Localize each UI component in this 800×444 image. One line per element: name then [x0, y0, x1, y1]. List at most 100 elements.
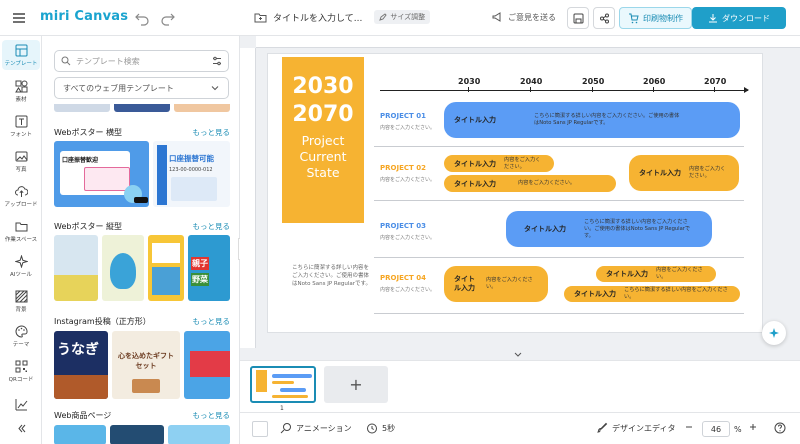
template-thumbnail[interactable] — [102, 235, 144, 301]
see-more-link[interactable]: もっと見る — [193, 221, 231, 232]
project-name[interactable]: PROJECT 04 — [380, 274, 426, 282]
year-label[interactable]: 2070 — [704, 77, 726, 86]
folder-icon[interactable] — [254, 11, 267, 24]
year-label[interactable]: 2030 — [458, 77, 480, 86]
timeline-bar[interactable]: タイトル入力 内容をご入力ください。 — [444, 155, 554, 172]
template-thumbnail[interactable] — [184, 331, 230, 399]
timeline-bar[interactable]: タイトル入力 内容をご入力ください。 — [444, 175, 616, 192]
template-category-select[interactable]: すべてのウェブ用テンプレート — [54, 77, 229, 99]
rail-item-qrcode[interactable]: QRコード — [2, 360, 40, 383]
rail-item-theme[interactable]: テーマ — [2, 325, 40, 348]
animation-button[interactable]: アニメーション — [280, 422, 352, 434]
timer-icon — [367, 423, 377, 434]
design-editor-button[interactable]: デザインエディタ — [596, 422, 675, 434]
bar-description: 内容をご入力ください。 — [486, 277, 533, 290]
rail-item-templates[interactable]: テンプレート — [2, 40, 40, 70]
year-label[interactable]: 2060 — [643, 77, 665, 86]
template-thumbnail[interactable] — [110, 425, 164, 444]
rail-item-photos[interactable]: 写真 — [2, 150, 40, 173]
brush-icon — [596, 422, 608, 433]
project-subtitle[interactable]: 内容をご入力ください。 — [380, 176, 435, 183]
feedback-button[interactable]: ご意見を送る — [492, 11, 556, 23]
hero-block[interactable]: 2030 2070 Project Current State — [282, 57, 364, 223]
template-thumbnail[interactable]: うなぎ — [54, 331, 108, 399]
timeline-bar[interactable]: タイトル入力 内容をご入力ください。 — [629, 155, 739, 191]
template-search[interactable]: テンプレート検索 — [54, 50, 229, 72]
collapse-pages-button[interactable] — [510, 350, 526, 360]
download-button[interactable]: ダウンロード — [692, 7, 786, 29]
filter-icon[interactable] — [212, 56, 222, 66]
year-label[interactable]: 2040 — [520, 77, 542, 86]
horizontal-ruler[interactable] — [256, 36, 800, 48]
project-name[interactable]: PROJECT 03 — [380, 222, 426, 230]
template-thumbnail[interactable]: 口座振替可能 123-00-0000-012 — [153, 141, 230, 207]
template-thumbnail[interactable]: 親子 野菜 — [188, 235, 230, 301]
resize-button[interactable]: サイズ調整 — [374, 10, 431, 24]
thumbnail[interactable] — [114, 104, 170, 112]
zoom-in-button[interactable] — [748, 422, 758, 432]
vertical-ruler[interactable] — [240, 48, 256, 348]
menu-icon[interactable] — [12, 11, 26, 25]
template-thumbnail[interactable]: 心を込めたギフトセット — [112, 331, 180, 399]
redo-icon[interactable] — [160, 10, 176, 26]
rail-item-workspace[interactable]: 作業スペース — [2, 220, 40, 243]
bar-description: こちらに簡潔する詳しい内容をご入力ください。ご使用の書体はNoto Sans J… — [584, 218, 691, 239]
print-order-button[interactable]: 印刷物制作 — [619, 7, 692, 29]
zoom-control[interactable]: 46 % — [702, 421, 742, 437]
bar-title: タイトル入力 — [524, 225, 566, 233]
rail-item-chart[interactable] — [2, 398, 40, 411]
save-button[interactable] — [567, 7, 589, 29]
zoom-out-button[interactable] — [684, 422, 694, 432]
thumb-text: うなぎ — [57, 342, 99, 358]
zoom-unit: % — [734, 424, 742, 434]
share-button[interactable] — [593, 7, 615, 29]
thumbnail[interactable] — [174, 104, 230, 112]
help-button[interactable] — [774, 422, 786, 434]
print-order-label: 印刷物制作 — [643, 13, 683, 23]
rail-item-upload[interactable]: アップロード — [2, 185, 40, 208]
ai-assistant-button[interactable] — [762, 321, 786, 345]
project-name[interactable]: PROJECT 02 — [380, 164, 426, 172]
template-thumbnail[interactable] — [148, 235, 184, 301]
search-icon — [61, 56, 71, 66]
section-title: Instagram投稿（正方形） — [54, 317, 151, 326]
timeline-bar[interactable]: タイトル入力 内容をご入力ください。 — [596, 266, 716, 282]
rail-item-background[interactable]: 背景 — [2, 290, 40, 313]
document-title[interactable]: タイトルを入力して... — [273, 11, 362, 24]
year-label[interactable]: 2050 — [582, 77, 604, 86]
design-canvas[interactable]: 2030 2070 Project Current State こちらに簡潔する… — [268, 54, 762, 332]
duration-button[interactable]: 5秒 — [366, 422, 395, 434]
template-thumbnail[interactable] — [168, 425, 230, 444]
timeline-bar[interactable]: タイトル入力 こちらに簡潔する詳しい内容をご入力ください。ご使用の書体はNoto… — [506, 211, 712, 247]
rail-item-elements[interactable]: 素材 — [2, 80, 40, 103]
page-thumbnail[interactable] — [250, 366, 316, 403]
project-subtitle[interactable]: 内容をご入力ください。 — [380, 234, 435, 241]
add-page-button[interactable]: + — [324, 366, 388, 403]
zoom-value[interactable]: 46 — [702, 421, 730, 437]
search-input[interactable]: テンプレート検索 — [76, 56, 140, 67]
undo-icon[interactable] — [134, 10, 150, 26]
template-thumbnail[interactable] — [54, 235, 98, 301]
page-color-swatch[interactable] — [252, 421, 268, 437]
collapse-rail-button[interactable] — [2, 422, 40, 435]
timeline-bar[interactable]: タイトル入力 こちらに簡潔する詳しい内容をご入力ください。ご使用の書体はNoto… — [444, 102, 740, 138]
template-thumbnail[interactable] — [54, 425, 106, 444]
bar-description: 内容をご入力ください。 — [504, 156, 541, 170]
see-more-link[interactable]: もっと見る — [193, 127, 231, 138]
rail-item-fonts[interactable]: フォント — [2, 115, 40, 138]
template-thumbnail[interactable]: 口座振替歓迎 — [54, 141, 149, 207]
see-more-link[interactable]: もっと見る — [193, 316, 231, 327]
footnote-text[interactable]: こちらに簡潔する詳しい内容をご入力ください。ご使用の書体はNoto Sans J… — [292, 264, 372, 288]
timeline-bar[interactable]: タイトル入力 こちらに簡潔する詳しい内容をご入力ください。 — [564, 286, 740, 302]
thumbnail[interactable] — [54, 104, 110, 112]
plus-icon — [750, 424, 756, 430]
see-more-link[interactable]: もっと見る — [193, 410, 231, 421]
app-logo[interactable]: miri Canvas — [40, 9, 128, 24]
project-subtitle[interactable]: 内容をご入力ください。 — [380, 124, 435, 131]
page-number: 1 — [280, 405, 284, 412]
timeline-bar[interactable]: タイトル入力 内容をご入力ください。 — [444, 266, 548, 302]
project-name[interactable]: PROJECT 01 — [380, 112, 426, 120]
rail-item-ai-tools[interactable]: AIツール — [2, 255, 40, 278]
rail-label: テーマ — [12, 342, 30, 348]
project-subtitle[interactable]: 内容をご入力ください。 — [380, 286, 435, 293]
